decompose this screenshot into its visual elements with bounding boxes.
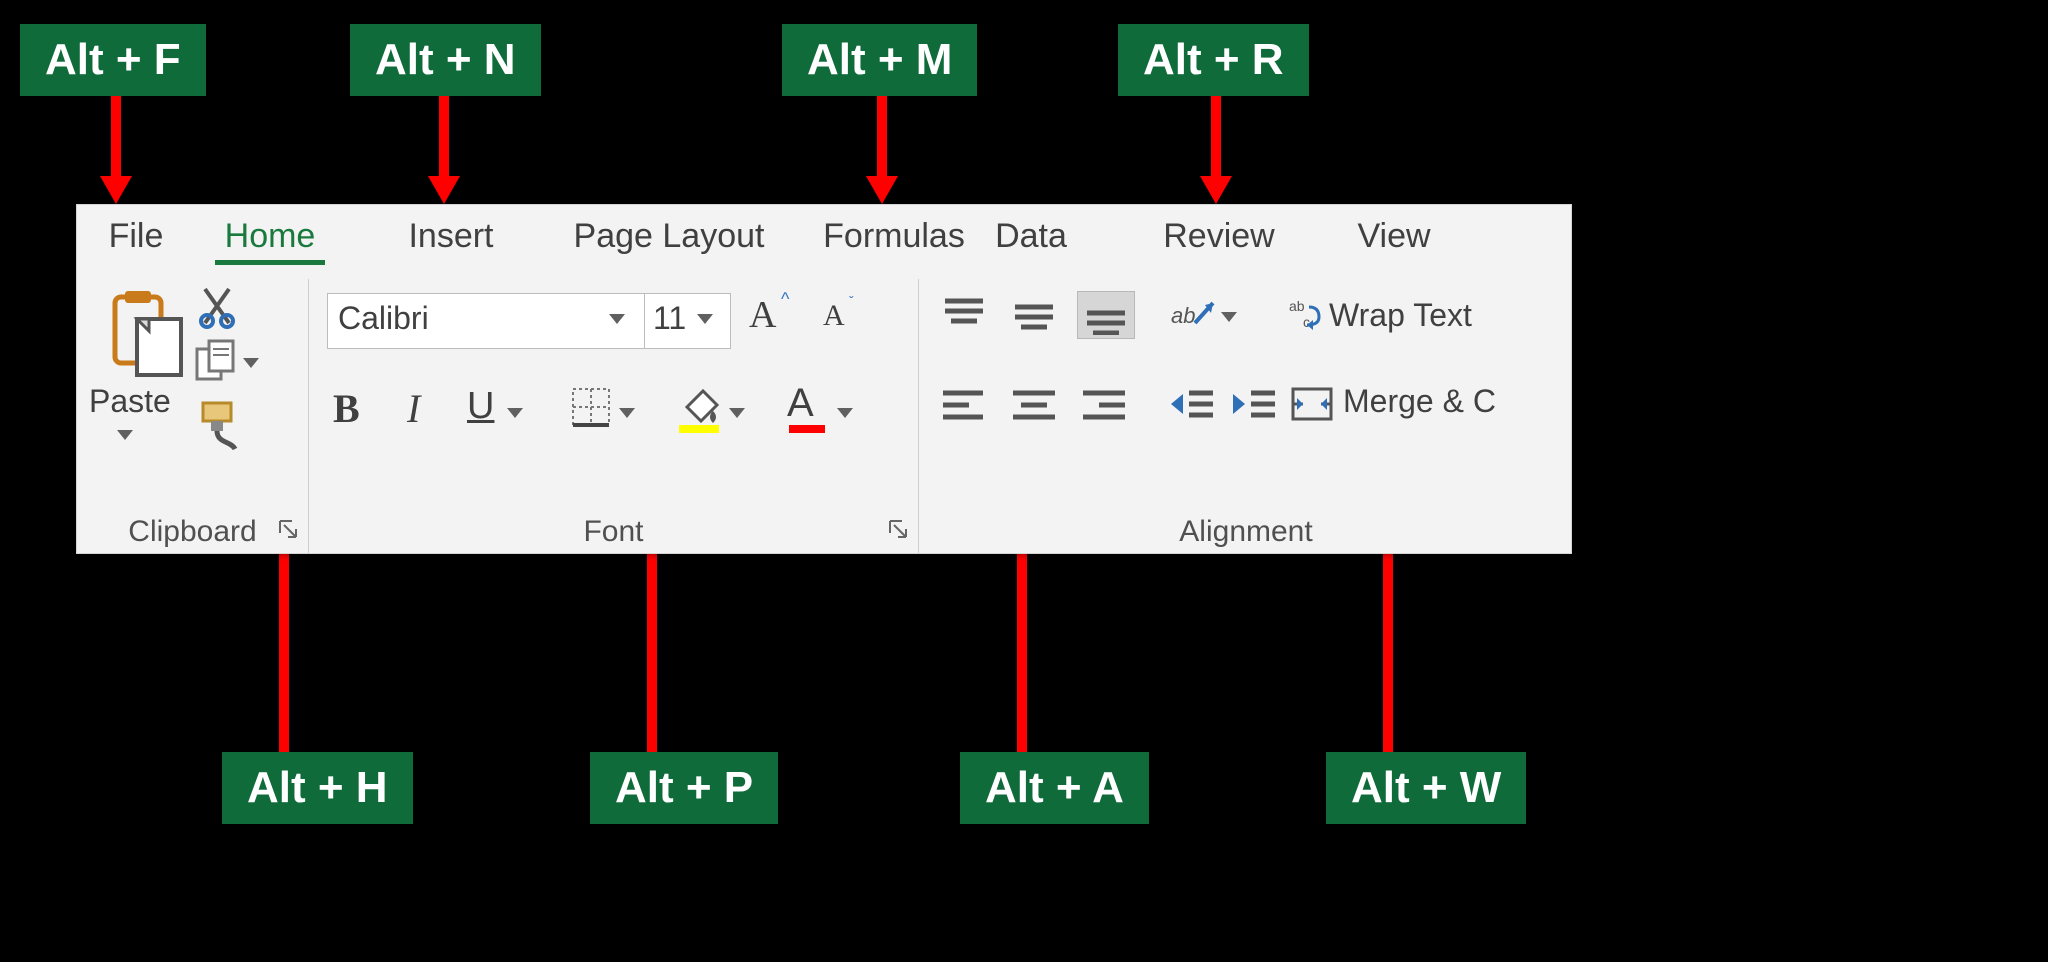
tab-data[interactable]: Data [991, 211, 1071, 261]
borders-button[interactable] [571, 387, 611, 427]
group-label-clipboard: Clipboard [77, 515, 308, 549]
cut-icon[interactable] [199, 285, 241, 327]
paste-icon[interactable] [107, 291, 187, 379]
clipboard-launcher-icon[interactable] [278, 519, 300, 541]
fill-color-dropdown[interactable] [729, 405, 745, 423]
shortcut-file: Alt + F [20, 24, 206, 96]
font-name-select[interactable]: Calibri [327, 293, 645, 349]
orientation-dropdown[interactable] [1221, 309, 1237, 327]
group-alignment: ab ab c Wrap Text [919, 279, 1572, 554]
font-color-button[interactable]: A [787, 381, 814, 426]
borders-dropdown[interactable] [619, 405, 635, 423]
paste-button[interactable]: Paste [89, 383, 171, 420]
group-label-alignment: Alignment [919, 515, 1572, 549]
tab-home[interactable]: Home [215, 211, 325, 261]
underline-dropdown[interactable] [507, 405, 523, 423]
italic-button[interactable]: I [407, 385, 420, 432]
group-font: Calibri 11 A ^ A ˇ B I U A Font [309, 279, 919, 554]
shortcut-home: Alt + H [222, 752, 413, 824]
tab-page-layout[interactable]: Page Layout [569, 211, 769, 261]
tab-review[interactable]: Review [1159, 211, 1279, 261]
underline-button[interactable]: U [467, 385, 494, 428]
paste-dropdown[interactable] [117, 427, 133, 445]
shortcut-page: Alt + P [590, 752, 778, 824]
decrease-font-caret-icon: ˇ [849, 293, 854, 309]
shortcut-formulas: Alt + M [782, 24, 977, 96]
align-center-button[interactable] [1009, 385, 1059, 425]
format-painter-icon[interactable] [197, 401, 243, 451]
shortcut-insert: Alt + N [350, 24, 541, 96]
shortcut-data: Alt + A [960, 752, 1149, 824]
increase-font-button[interactable]: A [749, 293, 776, 337]
increase-indent-button[interactable] [1231, 385, 1277, 423]
svg-text:ab: ab [1171, 303, 1195, 328]
shortcut-review: Alt + R [1118, 24, 1309, 96]
font-size-select[interactable]: 11 [645, 293, 731, 349]
group-clipboard: Paste Clipboard [77, 279, 309, 554]
align-middle-button[interactable] [1009, 295, 1059, 335]
font-size-dropdown[interactable] [697, 311, 713, 329]
align-bottom-button[interactable] [1077, 291, 1135, 339]
font-color-swatch [789, 425, 825, 433]
decrease-font-button[interactable]: A [823, 299, 845, 333]
ribbon-tabs: File Home Insert Page Layout Formulas Da… [77, 211, 1571, 267]
group-label-font: Font [309, 515, 918, 549]
svg-text:c: c [1303, 314, 1310, 330]
align-right-button[interactable] [1079, 385, 1129, 425]
orientation-button[interactable]: ab [1169, 293, 1219, 337]
fill-color-button[interactable] [677, 383, 721, 429]
copy-icon[interactable] [195, 341, 237, 383]
svg-text:ab: ab [1289, 298, 1305, 314]
copy-dropdown[interactable] [243, 355, 259, 373]
shortcut-view: Alt + W [1326, 752, 1526, 824]
tab-file[interactable]: File [101, 211, 171, 261]
wrap-text-icon: ab c [1289, 297, 1323, 331]
wrap-text-button[interactable]: Wrap Text [1329, 297, 1472, 334]
align-top-button[interactable] [939, 295, 989, 335]
fill-color-swatch [679, 425, 719, 433]
font-launcher-icon[interactable] [888, 519, 910, 541]
tab-formulas[interactable]: Formulas [819, 211, 969, 261]
decrease-indent-button[interactable] [1169, 385, 1215, 423]
increase-font-caret-icon: ^ [781, 289, 789, 310]
align-left-button[interactable] [939, 385, 989, 425]
merge-center-icon [1291, 387, 1333, 421]
tab-insert[interactable]: Insert [401, 211, 501, 261]
tab-view[interactable]: View [1349, 211, 1439, 261]
bold-button[interactable]: B [333, 385, 360, 432]
font-color-dropdown[interactable] [837, 405, 853, 423]
merge-center-button[interactable]: Merge & C [1343, 383, 1496, 420]
excel-ribbon: File Home Insert Page Layout Formulas Da… [76, 204, 1572, 554]
font-name-dropdown[interactable] [609, 311, 625, 329]
